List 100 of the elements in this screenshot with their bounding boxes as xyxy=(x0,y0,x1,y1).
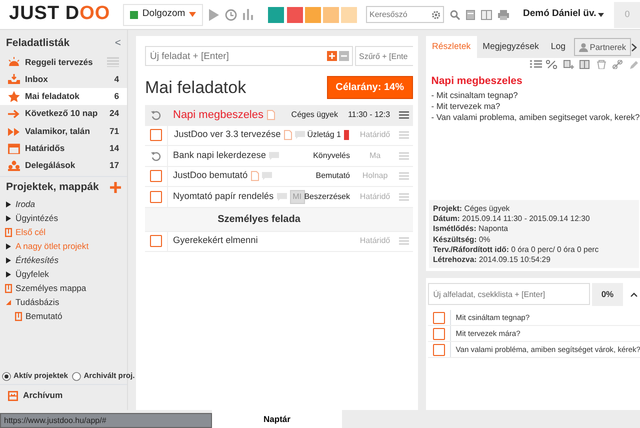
color-filter-button[interactable] xyxy=(268,6,284,22)
percent-icon[interactable] xyxy=(546,60,558,70)
user-menu[interactable]: Demó Dániel üv. xyxy=(519,7,608,22)
goal-ratio-label: Célarány: 14% xyxy=(326,76,413,100)
list-icon xyxy=(107,57,119,68)
copy-icon[interactable] xyxy=(562,60,575,70)
filter-field[interactable]: Szűrő + [Ente xyxy=(355,46,413,66)
partners-button[interactable]: Partnerek xyxy=(574,38,632,56)
trash-icon[interactable] xyxy=(596,60,608,70)
new-task-field[interactable]: Új feladat + [Enter] xyxy=(145,46,353,66)
archive-item[interactable]: Archívum xyxy=(0,384,127,406)
task-list-item[interactable]: Következő 10 nap 24 xyxy=(0,105,127,122)
description-line: - Mit tervezek ma? xyxy=(430,100,502,112)
expand-arrow-icon[interactable] xyxy=(4,214,12,222)
pencil-icon[interactable] xyxy=(628,60,640,70)
checkbox[interactable] xyxy=(433,312,446,324)
collapse-icon[interactable] xyxy=(630,292,638,297)
chevron-right-icon[interactable] xyxy=(631,42,638,52)
people-icon xyxy=(8,160,20,171)
project-tree-item[interactable]: Iroda xyxy=(4,197,127,212)
checkbox[interactable] xyxy=(150,190,162,203)
expand-arrow-icon[interactable] xyxy=(4,200,12,208)
caret-icon xyxy=(598,12,604,16)
section-title: Projektek, mappák xyxy=(6,180,99,195)
section-header: Személyes felada xyxy=(145,208,413,232)
settings-icon[interactable] xyxy=(430,10,440,20)
expand-arrow-icon[interactable] xyxy=(4,256,12,264)
task-list-item[interactable]: Reggeli tervezés xyxy=(0,54,127,71)
task-list-item[interactable]: Valamikor, talán 71 xyxy=(0,122,127,140)
task-list-item[interactable]: Mai feladatok 6 xyxy=(0,88,127,106)
inbox-icon xyxy=(8,74,20,86)
star-icon xyxy=(8,91,20,102)
task-row[interactable]: JustDoo bemutató Bemutató Holnap xyxy=(145,166,413,187)
project-tree-item[interactable]: Ügyfelek xyxy=(4,267,127,282)
print-icon[interactable] xyxy=(498,10,508,20)
comment-icon xyxy=(294,131,305,140)
person-icon xyxy=(578,42,588,52)
task-row[interactable]: Bank napi lekerdezese Könyvelés Ma xyxy=(145,146,413,166)
folder-icon xyxy=(14,312,22,321)
tab[interactable]: Megjegyzések xyxy=(476,36,545,58)
clock-icon[interactable] xyxy=(225,8,238,20)
color-filter-button[interactable] xyxy=(304,6,321,22)
description-line: - Mit csinaltam tegnap? xyxy=(430,90,519,100)
project-tree-item[interactable]: Bemutató xyxy=(4,309,127,324)
task-row[interactable]: Gyerekekért elmenni Határidő xyxy=(145,232,413,252)
page-title: Mai feladatok xyxy=(145,77,246,99)
task-list-item[interactable]: Inbox 4 xyxy=(0,70,127,88)
remove-icon[interactable] xyxy=(338,51,349,61)
folder-icon xyxy=(4,284,12,293)
collapse-button[interactable]: < xyxy=(114,36,121,52)
add-icon[interactable] xyxy=(110,182,121,193)
project-tree-item[interactable]: Ügyintézés xyxy=(4,211,127,226)
color-filter-button[interactable] xyxy=(286,6,302,22)
expanded-arrow-icon[interactable] xyxy=(4,298,12,306)
logo[interactable]: JUST DOO xyxy=(9,0,118,29)
sidebar-title: Feladatlisták xyxy=(6,36,70,51)
task-list-item[interactable]: Határidős 14 xyxy=(0,140,127,157)
search-field[interactable]: Keresőszó xyxy=(366,6,444,23)
comment-icon xyxy=(276,192,287,201)
task-row[interactable]: Napi megbeszeles Céges ügyek 11:30 - 12:3 xyxy=(145,105,413,126)
note-icon xyxy=(250,171,259,182)
tag-label: MI xyxy=(290,190,304,204)
subtask-field[interactable]: Új alfeladat, csekklista + [Enter] xyxy=(428,283,590,306)
color-filter-button[interactable] xyxy=(323,6,339,22)
calendar-tab[interactable]: Naptár xyxy=(212,410,342,428)
bar-chart-icon[interactable] xyxy=(243,9,254,20)
repeat-icon xyxy=(151,110,161,120)
note-icon xyxy=(284,130,292,140)
arrow-icon xyxy=(8,108,20,120)
checkbox[interactable] xyxy=(150,235,162,248)
comment-icon xyxy=(262,172,272,180)
task-title: Napi megbeszeles xyxy=(430,74,524,89)
list-icon[interactable] xyxy=(530,60,542,70)
status-dropdown[interactable]: Dolgozom xyxy=(123,4,204,26)
search-icon[interactable] xyxy=(450,10,460,20)
project-tree-item[interactable]: Személyes mappa xyxy=(4,281,127,296)
checkbox[interactable] xyxy=(433,344,446,356)
note-icon xyxy=(266,110,274,120)
caret-icon xyxy=(189,12,196,17)
description-line: - Van valami problema, amiben segitseget varok, kerek? xyxy=(430,112,640,122)
split-icon[interactable] xyxy=(579,60,592,70)
task-list-item[interactable]: Delegálások 17 xyxy=(0,156,127,174)
checkbox[interactable] xyxy=(150,129,162,142)
progress-label: 0% xyxy=(592,282,623,306)
link-icon[interactable] xyxy=(612,60,624,70)
expand-arrow-icon[interactable] xyxy=(4,242,12,250)
menu-icon[interactable] xyxy=(399,110,409,119)
folder-icon xyxy=(4,228,12,237)
comment-icon xyxy=(268,152,279,160)
fast-forward-icon xyxy=(8,126,20,137)
project-tree-item[interactable]: Tudásbázis xyxy=(4,295,127,310)
checkbox[interactable] xyxy=(150,170,162,182)
play-icon[interactable] xyxy=(209,8,220,20)
color-filter-button[interactable] xyxy=(341,6,358,22)
tab[interactable]: Log xyxy=(544,36,572,58)
expand-arrow-icon[interactable] xyxy=(4,270,12,278)
project-tree-item[interactable]: Értékesítés xyxy=(4,253,127,268)
checkbox[interactable] xyxy=(433,328,446,340)
task-row[interactable]: JustDoo ver 3.3 tervezése Üzletág 1 Határidő xyxy=(145,126,413,146)
archive-icon xyxy=(8,390,18,400)
